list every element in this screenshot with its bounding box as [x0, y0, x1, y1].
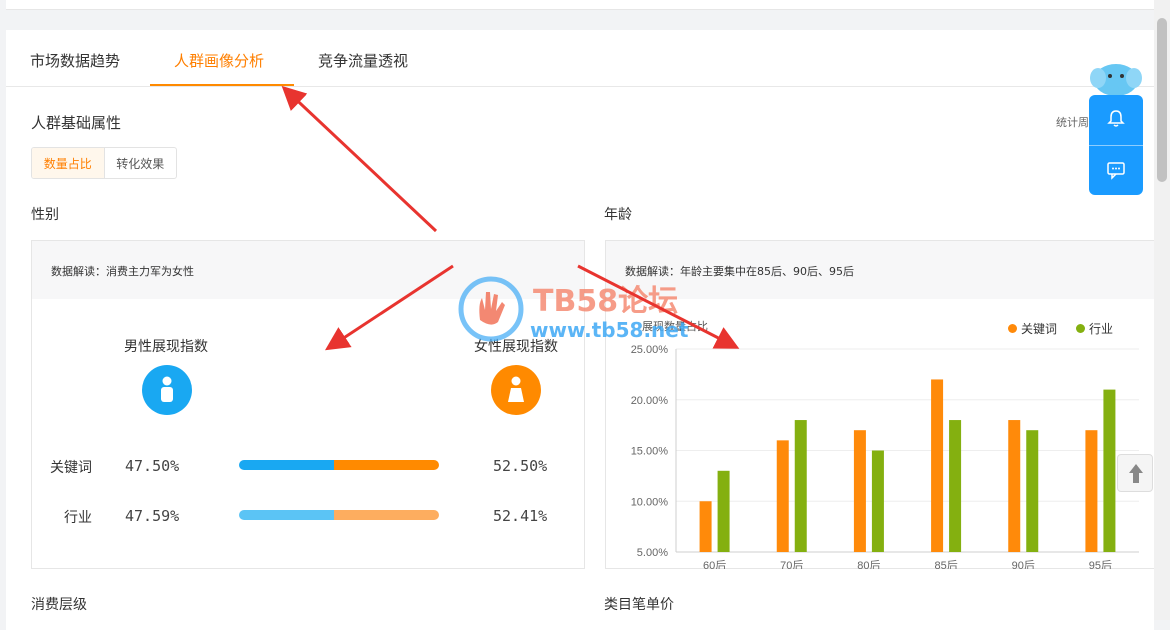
float-panel-divider [1089, 145, 1143, 146]
float-service-panel [1089, 95, 1143, 195]
arrow-to-age [577, 264, 740, 349]
bell-icon[interactable] [1106, 109, 1126, 129]
back-to-top-button[interactable] [1117, 454, 1153, 492]
arrow-to-gender [324, 264, 454, 351]
scrollbar-thumb[interactable] [1157, 18, 1167, 182]
annotation-arrows [281, 85, 740, 351]
chat-icon[interactable] [1106, 160, 1126, 180]
vertical-scrollbar[interactable] [1154, 0, 1170, 620]
arrow-to-tab [281, 85, 438, 233]
arrow-up-icon [1129, 464, 1143, 483]
mascot-elephant-icon[interactable] [1089, 58, 1143, 100]
